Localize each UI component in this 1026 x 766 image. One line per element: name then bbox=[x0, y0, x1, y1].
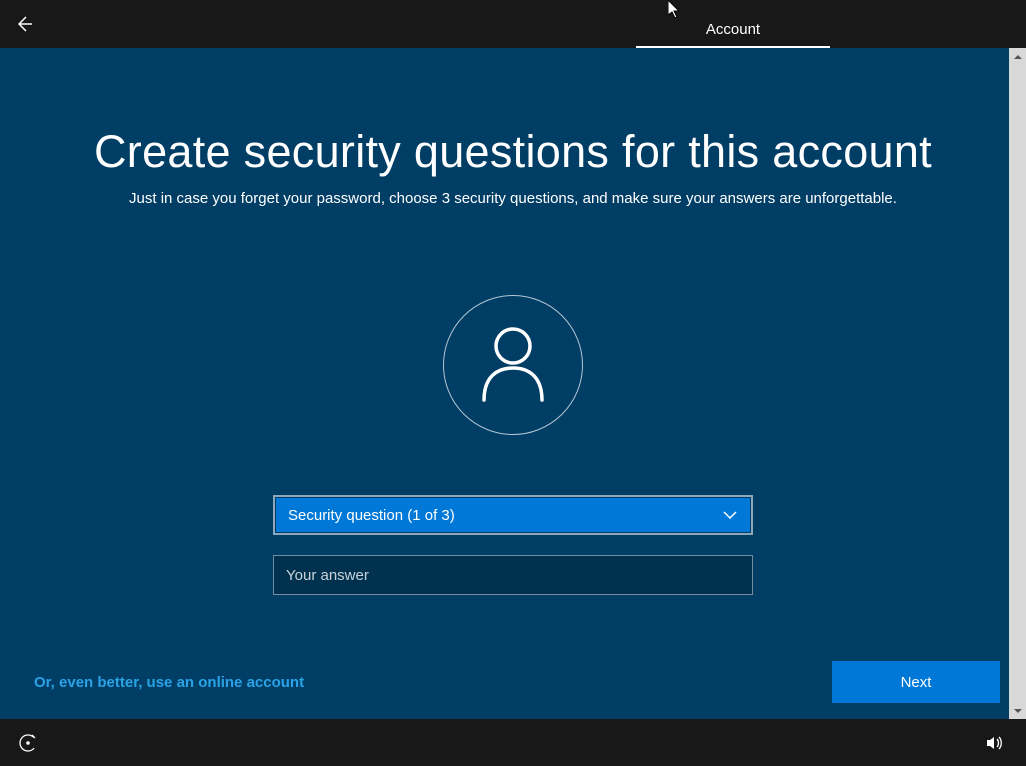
tab-account[interactable]: Account bbox=[636, 0, 830, 48]
bottom-row: Or, even better, use an online account N… bbox=[34, 661, 1000, 703]
person-icon bbox=[478, 326, 548, 404]
page-subtitle: Just in case you forget your password, c… bbox=[0, 190, 1026, 207]
security-question-row: Security question (1 of 3) bbox=[273, 495, 753, 535]
accessibility-icon bbox=[18, 733, 38, 753]
chevron-down-icon bbox=[722, 507, 738, 523]
online-account-link[interactable]: Or, even better, use an online account bbox=[34, 674, 304, 691]
tab-label: Account bbox=[706, 21, 760, 46]
caret-down-icon bbox=[1014, 708, 1022, 714]
titlebar: Account bbox=[0, 0, 1026, 48]
arrow-left-icon bbox=[14, 14, 34, 34]
security-question-select[interactable]: Security question (1 of 3) bbox=[276, 498, 750, 532]
scrollbar[interactable] bbox=[1009, 48, 1026, 719]
select-outline: Security question (1 of 3) bbox=[273, 495, 753, 535]
content: Create security questions for this accou… bbox=[0, 48, 1026, 595]
scroll-down-button[interactable] bbox=[1009, 702, 1026, 719]
select-label: Security question (1 of 3) bbox=[288, 507, 455, 524]
main-area: Create security questions for this accou… bbox=[0, 48, 1026, 719]
page-title: Create security questions for this accou… bbox=[0, 126, 1026, 178]
answer-input[interactable] bbox=[273, 555, 753, 595]
ease-of-access-button[interactable] bbox=[10, 725, 46, 761]
answer-row bbox=[273, 555, 753, 595]
footer bbox=[0, 719, 1026, 766]
volume-button[interactable] bbox=[976, 725, 1012, 761]
avatar-circle bbox=[443, 295, 583, 435]
scroll-up-button[interactable] bbox=[1009, 48, 1026, 65]
next-button[interactable]: Next bbox=[832, 661, 1000, 703]
volume-icon bbox=[984, 733, 1004, 753]
caret-up-icon bbox=[1014, 54, 1022, 60]
back-button[interactable] bbox=[0, 0, 48, 48]
